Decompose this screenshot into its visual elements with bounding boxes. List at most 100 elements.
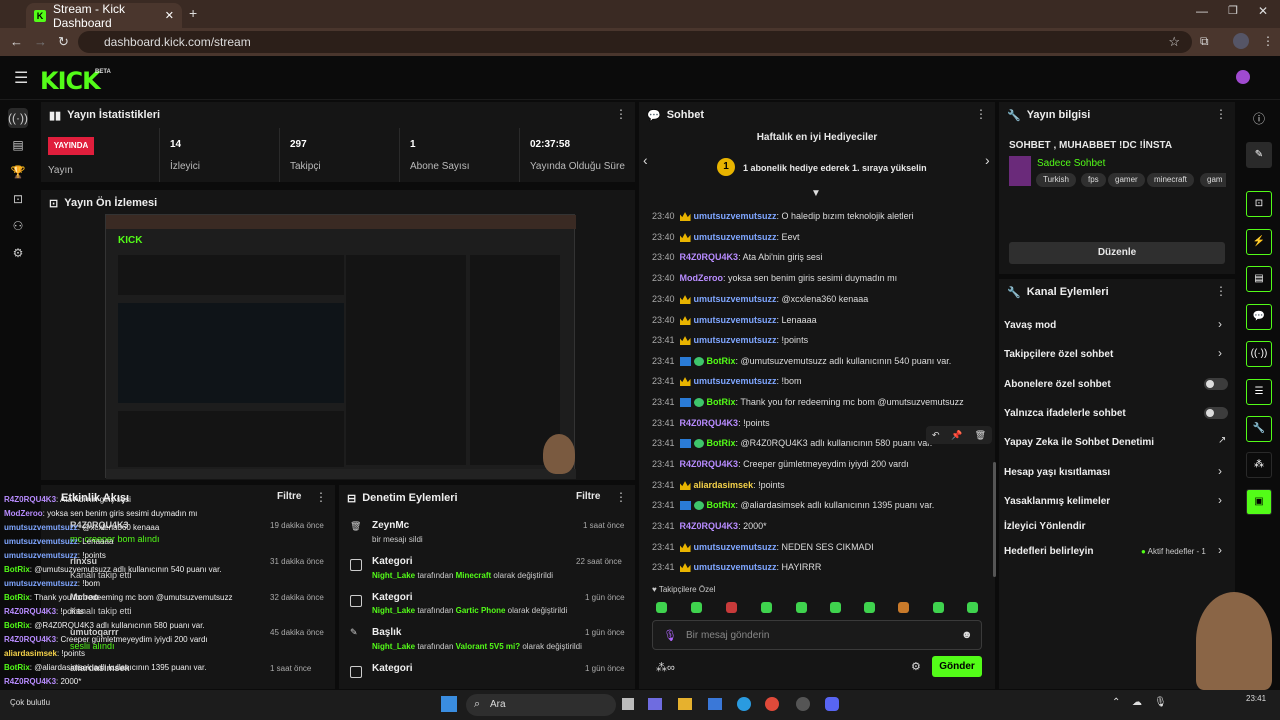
chevron-right-icon[interactable]: › [1218,464,1222,478]
bookmark-star-icon[interactable]: ☆ [1168,34,1180,50]
emote-icon[interactable] [864,602,875,613]
chat-input[interactable]: 🎙 Bir mesaj gönderin ☻ [652,620,982,650]
tray-arrow-icon[interactable]: ⌃ [1112,697,1120,708]
emote-icon[interactable] [726,602,737,613]
chat-username[interactable]: umutsuzvemutsuzz [694,562,777,572]
lightning-icon[interactable]: ⚡ [1246,229,1272,255]
kick-logo[interactable]: KICK [40,67,101,95]
redirect-item[interactable]: İzleyici Yönlendir [1004,521,1086,532]
emote-icon[interactable] [898,602,909,613]
pin-icon[interactable]: 📌 [951,430,962,441]
chat-username[interactable]: R4Z0RQU4K3 [680,521,739,531]
chat-message[interactable]: 23:40 ModZeroo: yoksa sen benim giris ses… [652,273,897,283]
extensions-icon[interactable]: ⧉ [1200,34,1209,49]
clock-time[interactable]: 23:41 [1246,694,1266,703]
chevron-right-icon[interactable]: › [1218,346,1222,360]
slow-mode-item[interactable]: Yavaş mod [1004,320,1056,331]
chat-message[interactable]: 23:41 R4Z0RQU4K3: Creeper gümletmeyeydim … [652,459,909,469]
camera-icon[interactable]: ⊡ [1246,191,1272,217]
weather-text[interactable]: Çok bulutlu [10,698,50,707]
chat-message[interactable]: 23:41 aliardasimsek: !points [652,480,785,491]
emote-icon[interactable] [933,602,944,613]
chevron-right-icon[interactable]: › [1218,543,1222,557]
chat-message[interactable]: 23:41 R4Z0RQU4K3: !points [652,418,770,428]
hamburger-menu-icon[interactable]: ☰ [14,68,28,88]
emote-icon[interactable] [691,602,702,613]
tools-icon[interactable]: 🔧 [1246,416,1272,442]
edit-button[interactable]: Düzenle [1009,242,1225,264]
chrome-icon[interactable] [765,697,779,711]
minimize-icon[interactable]: — [1196,4,1208,18]
chat-message[interactable]: 23:41 umutsuzvemutsuzz: NEDEN SES CIKMADI [652,542,874,553]
emoji-icon[interactable]: ☻ [961,629,973,641]
trophy-nav-icon[interactable]: 🏆 [8,162,28,182]
chat-message[interactable]: 23:41 umutsuzvemutsuzz: !points [652,335,808,346]
community-nav-icon[interactable]: ⚇ [8,216,28,236]
chat-message[interactable]: 23:40 umutsuzvemutsuzz: O haledip bızım t… [652,211,914,222]
chat-message[interactable]: 23:41 BotRix: @umutsuzvemutsuzz adlı kull… [652,356,951,367]
bot-nav-icon[interactable]: ⊡ [8,189,28,209]
copilot-icon[interactable] [648,698,662,710]
broadcast-icon[interactable]: ((·)) [1246,341,1272,367]
tray-mic-icon[interactable]: 🎙 [1154,697,1167,708]
emote-icon[interactable] [761,602,772,613]
chat-username[interactable]: umutsuzvemutsuzz [694,542,777,552]
chat-message[interactable]: 23:40 umutsuzvemutsuzz: Eevt [652,232,800,243]
restore-icon[interactable]: ❐ [1228,4,1238,17]
gifter-next-icon[interactable]: › [985,152,990,168]
apps-icon[interactable]: ⁂ [1246,452,1272,478]
chat-username[interactable]: aliardasimsek [694,480,754,490]
chat-message[interactable]: 23:41 BotRix: @R4Z0RQU4K3 adlı kullanıcın… [652,438,932,449]
emote-only-toggle[interactable] [1204,407,1228,419]
edit-pencil-icon[interactable]: ✎ [1246,142,1272,168]
document-icon[interactable]: ▤ [1246,266,1272,292]
chat-username[interactable]: R4Z0RQU4K3 [680,252,739,262]
emote-icon[interactable] [656,602,667,613]
info-icon[interactable]: ⓘ [1253,110,1265,127]
stream-preview-video[interactable]: KICK [105,214,576,479]
chat-settings-icon[interactable]: ⚙ [911,660,921,673]
chat-username[interactable]: R4Z0RQU4K3 [680,418,739,428]
reload-icon[interactable]: ↻ [58,34,69,50]
chat-username[interactable]: umutsuzvemutsuzz [694,335,777,345]
discord-icon[interactable] [825,697,839,711]
profile-avatar[interactable] [1233,33,1249,49]
category-name[interactable]: Sadece Sohbet [1037,158,1105,169]
emote-icon[interactable] [796,602,807,613]
stream-info-menu-icon[interactable]: ⋮ [1215,107,1227,121]
chat-username[interactable]: umutsuzvemutsuzz [694,211,777,221]
chevron-right-icon[interactable]: › [1218,317,1222,331]
browser-menu-icon[interactable]: ⋮ [1262,34,1274,48]
banned-words-item[interactable]: Yasaklanmış kelimeler [1004,496,1110,507]
back-icon[interactable]: ← [10,34,23,49]
delete-icon[interactable]: 🗑 [975,430,986,441]
chat-username[interactable]: BotRix [707,500,736,510]
chat-username[interactable]: R4Z0RQU4K3 [680,459,739,469]
taskbar-search[interactable]: ⌕ Ara [466,694,616,716]
chat-username[interactable]: umutsuzvemutsuzz [694,376,777,386]
stream-nav-icon[interactable]: ((·)) [8,108,28,128]
channel-actions-menu-icon[interactable]: ⋮ [1215,284,1227,298]
chat-extras-icon[interactable]: ⁂∞ [656,661,675,674]
stats-menu-icon[interactable]: ⋮ [615,107,627,121]
analytics-nav-icon[interactable]: ▤ [8,135,28,155]
forward-icon[interactable]: → [34,34,47,49]
chat-message[interactable]: 23:41 umutsuzvemutsuzz: !bom [652,376,802,387]
followers-chat-item[interactable]: Takipçilere özel sohbet [1004,349,1113,360]
obs-icon[interactable] [796,697,810,711]
settings-nav-icon[interactable]: ⚙ [8,243,28,263]
activity-filter-button[interactable]: Filtre [277,491,301,502]
close-window-icon[interactable]: ✕ [1258,4,1268,18]
windows-start-icon[interactable] [441,696,457,712]
chat-username[interactable]: umutsuzvemutsuzz [694,315,777,325]
chat-icon[interactable]: 💬 [1246,304,1272,330]
task-view-icon[interactable] [622,698,634,710]
tab-close-icon[interactable]: ✕ [165,9,174,22]
chat-message[interactable]: 23:40 umutsuzvemutsuzz: @xcxlena360 kenaa… [652,294,868,305]
subs-chat-toggle[interactable] [1204,378,1228,390]
chat-message[interactable]: 23:41 BotRix: @aliardasimsek adlı kullanı… [652,500,934,511]
address-bar[interactable]: dashboard.kick.com/stream ☆ [78,31,1192,53]
edge-icon[interactable] [737,697,751,711]
chevron-right-icon[interactable]: › [1218,493,1222,507]
chat-username[interactable]: umutsuzvemutsuzz [694,232,777,242]
